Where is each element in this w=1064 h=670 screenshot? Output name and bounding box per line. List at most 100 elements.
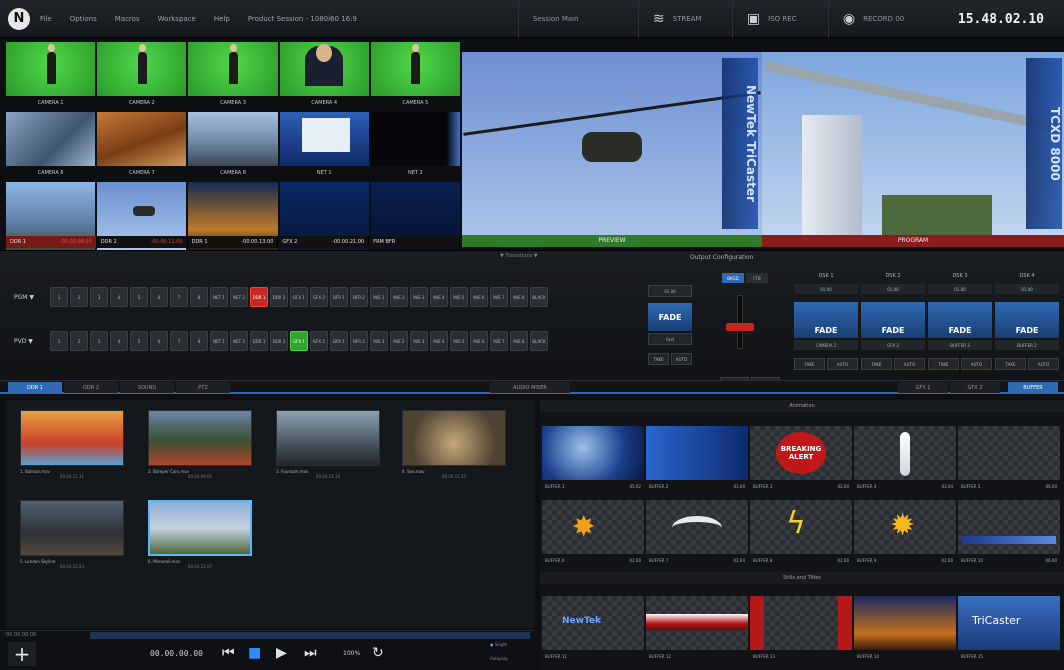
dsk-duration[interactable]: 01.00 xyxy=(794,284,858,294)
menu-help[interactable]: Help xyxy=(214,15,230,23)
dsk-source[interactable]: BUFFER 2 xyxy=(995,340,1059,350)
bus-button[interactable]: 3 xyxy=(90,287,108,307)
tab-ddr-2[interactable]: DDR 2 xyxy=(64,382,118,393)
monitor-camera-4[interactable]: CAMERA 4 xyxy=(279,42,369,110)
t-bar-handle[interactable] xyxy=(726,323,754,331)
media-clip[interactable]: 4. Sea.mov 00.00.11.20 xyxy=(402,410,506,479)
program-monitor[interactable]: TCXD 8000 xyxy=(762,52,1064,235)
bus-button[interactable]: BFR 2 xyxy=(350,287,368,307)
bus-button[interactable]: NET 2 xyxy=(230,287,248,307)
dsk-transition[interactable]: FADE xyxy=(995,302,1059,338)
dsk-auto-button[interactable]: AUTO xyxy=(961,358,992,370)
dsk-transition[interactable]: FADE xyxy=(861,302,925,338)
dsk-duration[interactable]: 01.00 xyxy=(995,284,1059,294)
menu-macros[interactable]: Macros xyxy=(115,15,140,23)
dsk-take-button[interactable]: TAKE xyxy=(794,358,825,370)
add-media-button[interactable]: + xyxy=(8,642,36,666)
single-mode-option[interactable]: ● Single xyxy=(490,642,507,647)
ddr-1-status[interactable]: DDR 1 -00.00.08.00 xyxy=(6,236,97,248)
bus-button[interactable]: 6 xyxy=(150,287,168,307)
newtek-logo-icon[interactable]: N xyxy=(8,7,30,30)
bus-button[interactable]: M/E 4 xyxy=(430,287,448,307)
output-configuration-button[interactable]: Output Configuration xyxy=(690,254,753,261)
bus-button[interactable]: NET 2 xyxy=(230,331,248,351)
transition-duration[interactable]: 01.00 xyxy=(648,285,692,297)
playback-speed[interactable]: 100% xyxy=(343,650,360,657)
monitor-net-1[interactable]: NET 1 xyxy=(279,112,369,180)
transition-speed[interactable]: Fast xyxy=(648,333,692,345)
media-clip[interactable]: 2. Bumper Cars.mov 00.00.09.01 xyxy=(148,410,252,479)
bus-button[interactable]: M/E 5 xyxy=(450,331,468,351)
tab-buffer[interactable]: BUFFER xyxy=(1008,382,1058,393)
autoplay-option[interactable]: Autoplay xyxy=(490,656,508,661)
t-bar[interactable]: TAKE AUTO xyxy=(720,281,780,389)
bus-button[interactable]: BFR 1 xyxy=(330,287,348,307)
media-clip[interactable]: 1. Balloon.mov 00.00.12.11 xyxy=(20,410,124,479)
preview-bus-label[interactable]: PVD ▼ xyxy=(14,338,48,345)
bus-button[interactable]: BFR 2 xyxy=(350,331,368,351)
tab-ddr-1[interactable]: DDR 1 xyxy=(8,382,62,393)
dsk-auto-button[interactable]: AUTO xyxy=(1028,358,1059,370)
dsk-transition[interactable]: FADE xyxy=(794,302,858,338)
still-slot[interactable]: BUFFER 14 xyxy=(854,596,956,664)
program-bus-label[interactable]: PGM ▼ xyxy=(14,294,48,301)
bus-button[interactable]: 5 xyxy=(130,331,148,351)
bus-button[interactable]: 1 xyxy=(50,287,68,307)
auto-button[interactable]: AUTO xyxy=(671,353,692,365)
buffer-slot[interactable]: ✸ BUFFER 6 02.00 xyxy=(542,500,644,568)
scrub-bar[interactable] xyxy=(90,632,530,639)
bus-button[interactable]: GFX 1 xyxy=(290,331,308,351)
bus-button[interactable]: M/E 7 xyxy=(490,287,508,307)
bus-button[interactable]: M/E 8 xyxy=(510,287,528,307)
media-clip[interactable]: 5. London Skyline 00.00.10.23 xyxy=(20,500,124,569)
bus-button[interactable]: NET 1 xyxy=(210,331,228,351)
bus-button[interactable]: GFX 2 xyxy=(310,287,328,307)
transitions-toggle[interactable]: ▼ Transitions ▼ xyxy=(500,253,538,259)
monitor-camera-6[interactable]: CAMERA 6 xyxy=(6,112,96,180)
media-clip[interactable]: 3. Fountain.mov 00.00.14.19 xyxy=(276,410,380,479)
ddr-2-status[interactable]: DDR 2 -00.00.11.00 xyxy=(96,236,188,248)
monitor-camera-1[interactable]: CAMERA 1 xyxy=(6,42,96,110)
bus-button[interactable]: M/E 1 xyxy=(370,331,388,351)
monitor-camera-8[interactable]: CAMERA 8 xyxy=(188,112,278,180)
still-slot[interactable]: NewTek BUFFER 11 xyxy=(542,596,644,664)
tab-gfx-1[interactable]: GFX 1 xyxy=(898,382,948,393)
still-slot[interactable]: BUFFER 12 xyxy=(646,596,748,664)
bus-button[interactable]: M/E 7 xyxy=(490,331,508,351)
bus-button[interactable]: 8 xyxy=(190,287,208,307)
menu-workspace[interactable]: Workspace xyxy=(158,15,196,23)
bus-button[interactable]: 2 xyxy=(70,331,88,351)
bus-button[interactable]: M/E 2 xyxy=(390,331,408,351)
play-icon[interactable]: ▶ xyxy=(276,645,287,661)
bus-button[interactable]: M/E 1 xyxy=(370,287,388,307)
record-toggle[interactable]: ◉ RECORD 00 xyxy=(827,0,938,38)
bus-button[interactable]: BFR 1 xyxy=(330,331,348,351)
stream-toggle[interactable]: ≋ STREAM xyxy=(637,0,732,38)
buffer-slot[interactable]: BUFFER 2 01.00 xyxy=(646,426,748,494)
gfx-1-status[interactable]: DDR 1 -00.00.13.00 xyxy=(187,236,279,248)
buffer-slot[interactable]: ✹ BUFFER 9 02.00 xyxy=(854,500,956,568)
iso-record-toggle[interactable]: ▣ ISO REC xyxy=(731,0,828,38)
bus-button[interactable]: 3 xyxy=(90,331,108,351)
frame-buffer-status[interactable]: FRM BFR xyxy=(369,236,460,248)
dsk-duration[interactable]: 01.00 xyxy=(861,284,925,294)
monitor-camera-5[interactable]: CAMERA 5 xyxy=(370,42,460,110)
bus-button[interactable]: 8 xyxy=(190,331,208,351)
loop-icon[interactable]: ↻ xyxy=(372,645,384,661)
dsk-auto-button[interactable]: AUTO xyxy=(827,358,858,370)
bus-button[interactable]: NET 1 xyxy=(210,287,228,307)
buffer-slot[interactable]: BUFFER 4 03.04 xyxy=(854,426,956,494)
tab-sound[interactable]: SOUND xyxy=(120,382,174,393)
bus-button[interactable]: DDR 2 xyxy=(270,287,288,307)
buffer-slot[interactable]: BUFFER 5 06.00 xyxy=(958,426,1060,494)
bus-button[interactable]: 4 xyxy=(110,331,128,351)
tab-audio-mixer[interactable]: AUDIO MIXER xyxy=(490,382,570,393)
monitor-camera-3[interactable]: CAMERA 3 xyxy=(188,42,278,110)
dsk-take-button[interactable]: TAKE xyxy=(861,358,892,370)
bus-button[interactable]: M/E 3 xyxy=(410,287,428,307)
bus-button[interactable]: M/E 8 xyxy=(510,331,528,351)
bus-button[interactable]: DDR 1 xyxy=(250,331,268,351)
bus-button[interactable]: DDR 2 xyxy=(270,331,288,351)
bus-button[interactable]: M/E 5 xyxy=(450,287,468,307)
bus-button[interactable]: 7 xyxy=(170,287,188,307)
